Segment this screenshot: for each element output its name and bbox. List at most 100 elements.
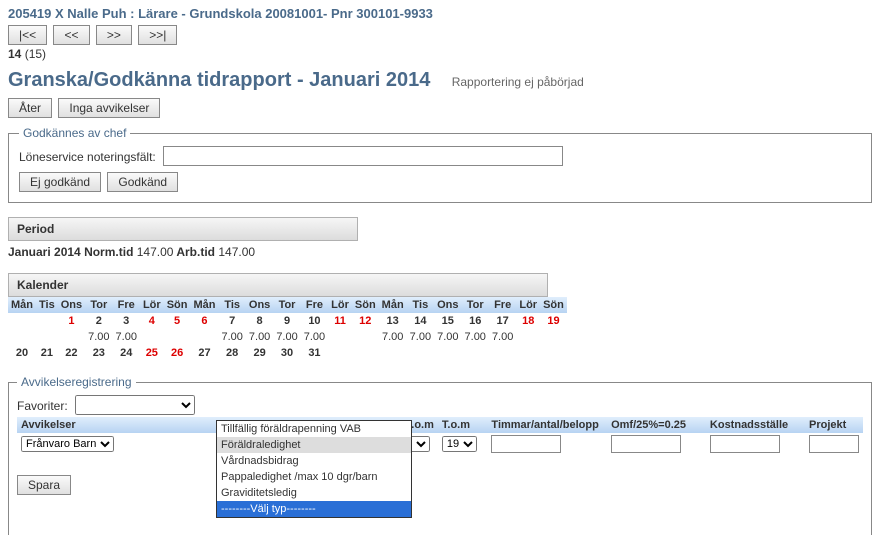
calendar-cell: 26 bbox=[164, 345, 191, 361]
deviation-table: Avvikelser Fr.o.m T.o.m Timmar/antal/bel… bbox=[17, 417, 863, 455]
calendar-cell bbox=[301, 361, 328, 365]
calendar-cell: Mån bbox=[190, 297, 218, 313]
record-total: (15) bbox=[25, 47, 46, 61]
dropdown-option[interactable]: Tillfällig föräldrapenning VAB bbox=[217, 421, 411, 437]
calendar-cell bbox=[113, 361, 140, 365]
calendar-cell: Sön bbox=[164, 297, 191, 313]
favorites-row: Favoriter: bbox=[17, 395, 863, 415]
avvikelser-select[interactable]: Frånvaro Barn bbox=[21, 436, 114, 452]
calendar-cell: 8 bbox=[246, 313, 273, 329]
col-avvikelser: Avvikelser bbox=[17, 417, 210, 433]
calendar-cell bbox=[8, 361, 36, 365]
col-omf: Omf/25%=0.25 bbox=[607, 417, 706, 433]
no-deviations-button[interactable]: Inga avvikelser bbox=[58, 98, 160, 118]
calendar-cell bbox=[328, 329, 352, 345]
col-projekt: Projekt bbox=[805, 417, 863, 433]
favorites-select[interactable] bbox=[75, 395, 195, 415]
calendar-cell bbox=[58, 329, 85, 345]
calendar-cell: Lör bbox=[328, 297, 352, 313]
calendar-cell: Tor bbox=[462, 297, 489, 313]
calendar-cell bbox=[407, 361, 434, 365]
calendar-cell bbox=[246, 361, 273, 365]
calendar-cell: 19 bbox=[540, 313, 567, 329]
calendar-cell: Lör bbox=[516, 297, 540, 313]
calendar-cell bbox=[540, 345, 567, 361]
calendar-cell: Ons bbox=[246, 297, 273, 313]
calendar-cell bbox=[540, 361, 567, 365]
calendar-cell bbox=[540, 329, 567, 345]
save-button[interactable]: Spara bbox=[17, 475, 71, 495]
calendar-header: Kalender bbox=[8, 273, 548, 297]
period-work-label: Arb.tid bbox=[176, 245, 215, 259]
calendar-cell: Tis bbox=[218, 297, 245, 313]
type-dropdown[interactable]: Tillfällig föräldrapenning VABFöräldrale… bbox=[216, 420, 412, 518]
calendar-cell: Sön bbox=[352, 297, 379, 313]
timmar-input[interactable] bbox=[491, 435, 561, 453]
nav-next-button[interactable]: >> bbox=[96, 25, 132, 45]
calendar-cell bbox=[352, 329, 379, 345]
period-norm-label: Norm.tid bbox=[84, 245, 133, 259]
calendar-cell bbox=[36, 361, 58, 365]
dropdown-option[interactable]: --------Välj typ-------- bbox=[217, 501, 411, 517]
calendar-panel: Kalender MånTisOnsTorFreLörSönMånTisOnsT… bbox=[8, 273, 548, 365]
calendar-cell: 15 bbox=[434, 313, 461, 329]
calendar-cell: Tor bbox=[273, 297, 300, 313]
calendar-cell bbox=[489, 345, 516, 361]
calendar-cell bbox=[379, 361, 407, 365]
dropdown-option[interactable]: Graviditetsledig bbox=[217, 485, 411, 501]
calendar-cell: 9 bbox=[273, 313, 300, 329]
nav-last-button[interactable]: >>| bbox=[138, 25, 177, 45]
calendar-cell: 2 bbox=[85, 313, 112, 329]
calendar-cell: 16 bbox=[462, 313, 489, 329]
approve-fieldset: Godkännes av chef Löneservice noteringsf… bbox=[8, 126, 872, 203]
calendar-cell bbox=[190, 361, 218, 365]
calendar-cell: Tor bbox=[85, 297, 112, 313]
calendar-cell: 14 bbox=[407, 313, 434, 329]
nav-prev-button[interactable]: << bbox=[53, 25, 89, 45]
calendar-cell: 21 bbox=[36, 345, 58, 361]
page-subtitle: Rapportering ej påbörjad bbox=[452, 75, 584, 89]
dropdown-option[interactable]: Föräldraledighet bbox=[217, 437, 411, 453]
omf-input[interactable] bbox=[611, 435, 681, 453]
calendar-cell: 12 bbox=[352, 313, 379, 329]
note-input[interactable] bbox=[163, 146, 563, 166]
calendar-cell: 6 bbox=[190, 313, 218, 329]
calendar-cell bbox=[352, 345, 379, 361]
col-tom: T.o.m bbox=[438, 417, 488, 433]
calendar-cell: Mån bbox=[8, 297, 36, 313]
calendar-cell: Sön bbox=[540, 297, 567, 313]
approve-legend: Godkännes av chef bbox=[19, 126, 130, 140]
calendar-cell: Lör bbox=[140, 297, 164, 313]
calendar-cell bbox=[58, 361, 85, 365]
calendar-cell: 17 bbox=[489, 313, 516, 329]
dropdown-option[interactable]: Pappaledighet /max 10 dgr/barn bbox=[217, 469, 411, 485]
kost-input[interactable] bbox=[710, 435, 780, 453]
approved-button[interactable]: Godkänd bbox=[107, 172, 178, 192]
calendar-cell bbox=[516, 345, 540, 361]
period-work-value: 147.00 bbox=[218, 245, 255, 259]
calendar-cell: 7.00 bbox=[273, 329, 300, 345]
calendar-cell bbox=[516, 361, 540, 365]
calendar-cell: 22 bbox=[58, 345, 85, 361]
calendar-cell: 7 bbox=[218, 313, 245, 329]
tom-select[interactable]: 19 bbox=[442, 436, 477, 452]
back-button[interactable]: Åter bbox=[8, 98, 52, 118]
calendar-cell bbox=[379, 345, 407, 361]
deviation-legend: Avvikelseregistrering bbox=[17, 375, 136, 389]
calendar-cell bbox=[140, 329, 164, 345]
calendar-cell: 1 bbox=[58, 313, 85, 329]
calendar-cell: 25 bbox=[140, 345, 164, 361]
calendar-cell: 7.00 bbox=[218, 329, 245, 345]
calendar-cell: Fre bbox=[489, 297, 516, 313]
calendar-cell: 7.00 bbox=[434, 329, 461, 345]
calendar-cell: 18 bbox=[516, 313, 540, 329]
record-current: 14 bbox=[8, 47, 21, 61]
not-approved-button[interactable]: Ej godkänd bbox=[19, 172, 101, 192]
projekt-input[interactable] bbox=[809, 435, 859, 453]
period-body: Januari 2014 Norm.tid 147.00 Arb.tid 147… bbox=[8, 241, 872, 263]
dropdown-option[interactable]: Vårdnadsbidrag bbox=[217, 453, 411, 469]
calendar-cell bbox=[190, 329, 218, 345]
calendar-cell bbox=[164, 361, 191, 365]
nav-first-button[interactable]: |<< bbox=[8, 25, 47, 45]
calendar-cell bbox=[407, 345, 434, 361]
